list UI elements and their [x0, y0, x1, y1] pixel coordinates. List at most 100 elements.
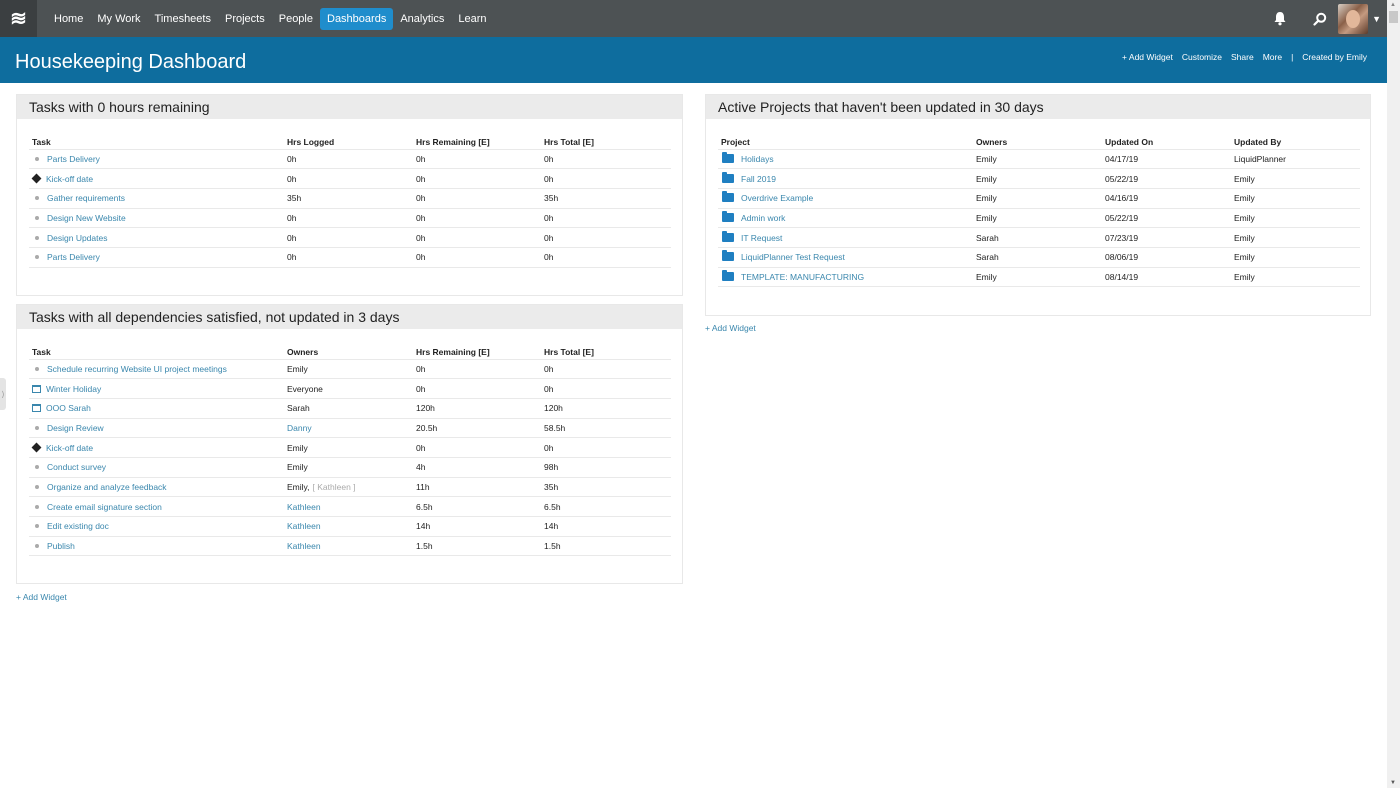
owner-name[interactable]: Kathleen — [287, 521, 321, 531]
project-link[interactable]: Overdrive Example — [741, 193, 813, 203]
hrs-total-cell: 58.5h — [544, 418, 671, 439]
nav-item-my-work[interactable]: My Work — [90, 8, 147, 30]
column-header-owners[interactable]: Owners — [287, 341, 416, 360]
bell-icon[interactable] — [1270, 9, 1290, 29]
task-link[interactable]: Create email signature section — [47, 502, 162, 512]
caret-down-icon[interactable]: ▼ — [1372, 14, 1381, 24]
task-cell: Schedule recurring Website UI project me… — [29, 359, 287, 380]
app-logo-icon[interactable]: ≋ — [0, 0, 37, 37]
owner-name[interactable]: Kathleen — [287, 502, 321, 512]
nav-item-timesheets[interactable]: Timesheets — [148, 8, 218, 30]
task-link[interactable]: Kick-off date — [46, 443, 93, 453]
updated-on-cell: 04/17/19 — [1105, 149, 1234, 170]
nav-item-projects[interactable]: Projects — [218, 8, 272, 30]
column-header-hrs-logged[interactable]: Hrs Logged — [287, 131, 416, 150]
owner-name: Emily — [976, 212, 997, 223]
search-icon[interactable] — [1310, 9, 1330, 29]
task-link[interactable]: Parts Delivery — [47, 154, 100, 164]
owner-name[interactable]: Kathleen — [287, 541, 321, 551]
task-link[interactable]: Edit existing doc — [47, 521, 109, 531]
hrs-total-cell: 120h — [544, 398, 671, 419]
add-widget-link-left[interactable]: + Add Widget — [16, 592, 67, 602]
column-header-hrs-total[interactable]: Hrs Total [E] — [544, 131, 671, 150]
task-link[interactable]: Design Review — [47, 423, 104, 433]
task-link[interactable]: Conduct survey — [47, 462, 106, 472]
hrs-total: 6.5h — [544, 501, 561, 512]
scroll-thumb[interactable] — [1389, 11, 1398, 23]
task-bullet-icon — [35, 544, 39, 549]
projects-table: Project Owners Updated On Updated By Hol… — [718, 131, 1360, 288]
project-link[interactable]: Holidays — [741, 154, 774, 164]
task-link[interactable]: Schedule recurring Website UI project me… — [47, 364, 227, 374]
share-button[interactable]: Share — [1231, 52, 1254, 62]
table-row: Kick-off date Emily 0h 0h — [29, 437, 671, 458]
more-button[interactable]: More — [1263, 52, 1282, 62]
updated-on: 07/23/19 — [1105, 232, 1139, 243]
user-avatar[interactable] — [1338, 3, 1369, 34]
hrs-remaining-cell: 0h — [416, 359, 544, 380]
nav-item-analytics[interactable]: Analytics — [393, 8, 451, 30]
add-widget-button[interactable]: + Add Widget — [1122, 52, 1173, 62]
hrs-total: 0h — [544, 252, 554, 263]
column-header-project[interactable]: Project — [718, 131, 976, 150]
scroll-down-arrow-icon[interactable]: ▼ — [1390, 780, 1396, 786]
table-row: Gather requirements 35h 0h 35h — [29, 188, 671, 209]
hrs-remaining: 14h — [416, 521, 431, 532]
project-link[interactable]: LiquidPlanner Test Request — [741, 252, 845, 262]
hrs-remaining: 0h — [416, 173, 426, 184]
task-link[interactable]: Organize and analyze feedback — [47, 482, 167, 492]
owner-cell: Emily,[ Kathleen ] — [287, 477, 416, 498]
task-link[interactable]: Gather requirements — [47, 193, 125, 203]
nav-item-home[interactable]: Home — [47, 8, 90, 30]
hrs-remaining-cell: 0h — [416, 188, 544, 209]
column-header-updated-on[interactable]: Updated On — [1105, 131, 1234, 150]
table-row: Winter Holiday Everyone 0h 0h — [29, 378, 671, 399]
column-header-owners[interactable]: Owners — [976, 131, 1105, 150]
column-header-updated-by[interactable]: Updated By — [1234, 131, 1360, 150]
folder-icon — [722, 151, 734, 163]
updated-by-cell: Emily — [1234, 267, 1360, 288]
column-header-hrs-total[interactable]: Hrs Total [E] — [544, 341, 671, 360]
task-link[interactable]: Winter Holiday — [46, 384, 101, 394]
hrs-total: 58.5h — [544, 422, 566, 433]
nav-item-learn[interactable]: Learn — [451, 8, 493, 30]
updated-on: 04/16/19 — [1105, 193, 1139, 204]
table-row: Organize and analyze feedback Emily,[ Kat… — [29, 477, 671, 498]
project-link[interactable]: TEMPLATE: MANUFACTURING — [741, 272, 864, 282]
owner-cell: Sarah — [287, 398, 416, 419]
hrs-total-cell: 0h — [544, 437, 671, 458]
column-header-task[interactable]: Task — [29, 131, 287, 150]
sidebar-expand-handle[interactable]: ⟩ — [0, 378, 6, 410]
folder-icon — [722, 269, 734, 281]
scroll-up-arrow-icon[interactable]: ▲ — [1390, 2, 1396, 8]
table-row: OOO Sarah Sarah 120h 120h — [29, 398, 671, 419]
page-scrollbar[interactable]: ▲ ▼ — [1387, 0, 1400, 788]
hrs-remaining-cell: 0h — [416, 247, 544, 268]
hrs-remaining: 20.5h — [416, 422, 438, 433]
nav-item-dashboards[interactable]: Dashboards — [320, 7, 394, 30]
task-link[interactable]: Parts Delivery — [47, 252, 100, 262]
task-link[interactable]: Kick-off date — [46, 174, 93, 184]
owner-name[interactable]: Danny — [287, 423, 312, 433]
owner-name: Sarah — [287, 403, 310, 414]
owner-name: Emily — [976, 271, 997, 282]
project-link[interactable]: Admin work — [741, 213, 785, 223]
add-widget-link-right[interactable]: + Add Widget — [705, 323, 756, 333]
nav-item-people[interactable]: People — [272, 8, 320, 30]
column-header-hrs-remaining[interactable]: Hrs Remaining [E] — [416, 341, 544, 360]
task-link[interactable]: Publish — [47, 541, 75, 551]
project-link[interactable]: Fall 2019 — [741, 174, 776, 184]
task-link[interactable]: OOO Sarah — [46, 403, 91, 413]
task-bullet-icon — [35, 465, 39, 470]
created-by-link[interactable]: Created by Emily — [1302, 52, 1367, 62]
project-link[interactable]: IT Request — [741, 233, 782, 243]
owner-name-cell: Emily — [976, 208, 1105, 229]
customize-button[interactable]: Customize — [1182, 52, 1222, 62]
column-header-task[interactable]: Task — [29, 341, 287, 360]
task-bullet-icon — [35, 504, 39, 509]
hrs-logged: 0h — [287, 153, 297, 164]
column-header-hrs-remaining[interactable]: Hrs Remaining [E] — [416, 131, 544, 150]
task-link[interactable]: Design New Website — [47, 213, 126, 223]
table-row: Fall 2019 Emily 05/22/19 Emily — [718, 168, 1360, 189]
task-link[interactable]: Design Updates — [47, 233, 107, 243]
